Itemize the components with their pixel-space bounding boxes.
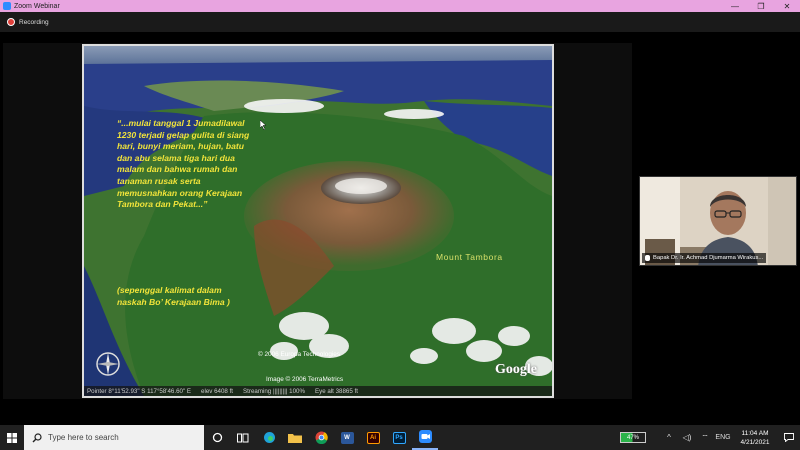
start-button[interactable] <box>0 425 24 450</box>
status-streaming: Streaming ||||||||| 100% <box>243 387 305 395</box>
status-eye-altitude: Eye alt 38865 ft <box>314 387 358 395</box>
taskbar-clock[interactable]: 11:04 AM 4/21/2021 <box>732 429 778 447</box>
search-input[interactable] <box>48 433 198 442</box>
notification-center-button[interactable] <box>778 425 800 450</box>
windows-logo-icon <box>7 432 17 443</box>
chrome-icon <box>315 431 328 444</box>
clock-time: 11:04 AM <box>741 429 769 437</box>
edge-icon <box>263 432 275 443</box>
compass-icon <box>96 352 120 376</box>
maximize-button[interactable]: ❐ <box>748 0 774 12</box>
window-title: Zoom Webinar <box>14 2 60 10</box>
participant-name: Bapak Dr. Ir. Achmad Djumarma Wirakus... <box>653 255 764 261</box>
mount-tambora-label: Mount Tambora <box>436 252 503 262</box>
show-hidden-icons[interactable]: ^ <box>660 425 678 450</box>
participant-nameplate: Bapak Dr. Ir. Achmad Djumarma Wirakus... <box>642 253 767 263</box>
word-icon: W <box>340 431 354 444</box>
search-icon <box>32 432 42 442</box>
word-button[interactable]: W <box>334 425 360 450</box>
recording-icon <box>7 18 15 26</box>
language-icon[interactable]: ENG <box>714 425 732 450</box>
illustrator-icon: Ai <box>366 431 380 444</box>
network-icon[interactable]: ⌔ <box>696 425 714 450</box>
zoom-app-icon <box>3 2 11 10</box>
edge-button[interactable] <box>256 425 282 450</box>
zoom-icon <box>418 430 432 443</box>
terrametrics-copyright: Image © 2006 TerraMetrics <box>266 376 344 383</box>
file-explorer-button[interactable] <box>282 425 308 450</box>
recording-bar: Recording <box>0 12 800 32</box>
title-bar: Zoom Webinar — ❐ ✕ <box>0 0 800 12</box>
notification-icon <box>784 433 794 442</box>
window-controls: — ❐ ✕ <box>722 0 800 12</box>
clock-date: 4/21/2021 <box>740 438 770 446</box>
microphone-icon <box>645 255 650 261</box>
photoshop-icon: Ps <box>392 431 406 444</box>
slide-source-text: (sepenggal kalimat dalam naskah Bo’ Kera… <box>117 284 252 308</box>
volume-icon[interactable]: ◁) <box>678 425 696 450</box>
status-pointer: Pointer 8°11'52.93" S 117°58'46.60" E <box>87 387 192 395</box>
cortana-icon <box>212 432 222 443</box>
illustrator-button[interactable]: Ai <box>360 425 386 450</box>
minimize-button[interactable]: — <box>722 0 748 12</box>
zoom-taskbar-button[interactable] <box>412 425 438 450</box>
chrome-button[interactable] <box>308 425 334 450</box>
slide-quote-text: “...mulai tanggal 1 Jumadilawal 1230 ter… <box>117 118 250 210</box>
satellite-terrain-image <box>84 46 552 396</box>
photoshop-button[interactable]: Ps <box>386 425 412 450</box>
shared-slide: “...mulai tanggal 1 Jumadilawal 1230 ter… <box>82 44 554 398</box>
windows-taskbar: W Ai Ps 47% ^ ◁) ⌔ ENG 11:04 AM 4/21/202… <box>0 425 800 450</box>
webinar-stage: “...mulai tanggal 1 Jumadilawal 1230 ter… <box>0 32 800 425</box>
source-suffix: Kerajaan Bima ) <box>162 297 230 307</box>
europa-copyright: © 2006 Europa Technologies <box>258 351 341 358</box>
system-tray: 47% ^ ◁) ⌔ ENG 11:04 AM 4/21/2021 <box>620 425 800 450</box>
source-italic: Bo’ <box>149 297 163 307</box>
earth-status-bar: Pointer 8°11'52.93" S 117°58'46.60" E el… <box>84 386 552 396</box>
task-view-button[interactable] <box>230 425 256 450</box>
mouse-cursor-icon <box>260 120 267 130</box>
recording-label: Recording <box>19 18 49 26</box>
taskbar-search[interactable] <box>24 425 204 450</box>
battery-indicator[interactable]: 47% <box>620 432 646 443</box>
google-logo: Google <box>495 362 537 377</box>
cortana-button[interactable] <box>204 425 230 450</box>
task-view-icon <box>237 433 249 442</box>
status-elevation: elev 6408 ft <box>201 387 234 395</box>
folder-icon <box>288 434 302 443</box>
participant-video[interactable]: Bapak Dr. Ir. Achmad Djumarma Wirakus... <box>639 176 797 266</box>
close-button[interactable]: ✕ <box>774 0 800 12</box>
